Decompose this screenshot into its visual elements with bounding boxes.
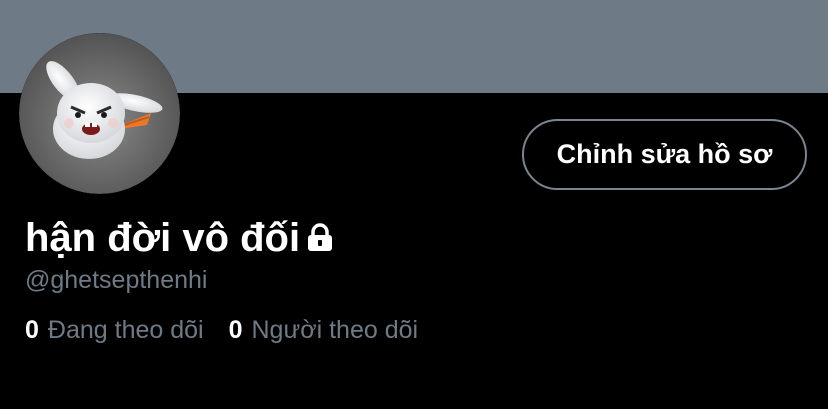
profile-display-name: hận đời vô đối	[25, 216, 301, 260]
profile-page: Chỉnh sửa hồ sơ hận đời vô đối @ghetsept…	[0, 0, 828, 409]
profile-handle: @ghetsepthenhi	[25, 266, 208, 294]
edit-profile-button[interactable]: Chỉnh sửa hồ sơ	[522, 119, 807, 190]
lock-icon	[306, 222, 334, 258]
following-count: 0	[25, 316, 39, 344]
profile-stats: 0 Đang theo dõi 0 Người theo dõi	[25, 316, 418, 345]
profile-avatar[interactable]	[19, 33, 180, 194]
following-stat[interactable]: 0 Đang theo dõi	[25, 316, 204, 345]
following-label: Đang theo dõi	[47, 316, 204, 344]
followers-stat[interactable]: 0 Người theo dõi	[229, 316, 418, 345]
rabbit-avatar-icon	[19, 33, 180, 194]
followers-count: 0	[228, 316, 243, 344]
profile-name-row: hận đời vô đối	[25, 212, 334, 264]
followers-label: Người theo dõi	[251, 316, 419, 344]
